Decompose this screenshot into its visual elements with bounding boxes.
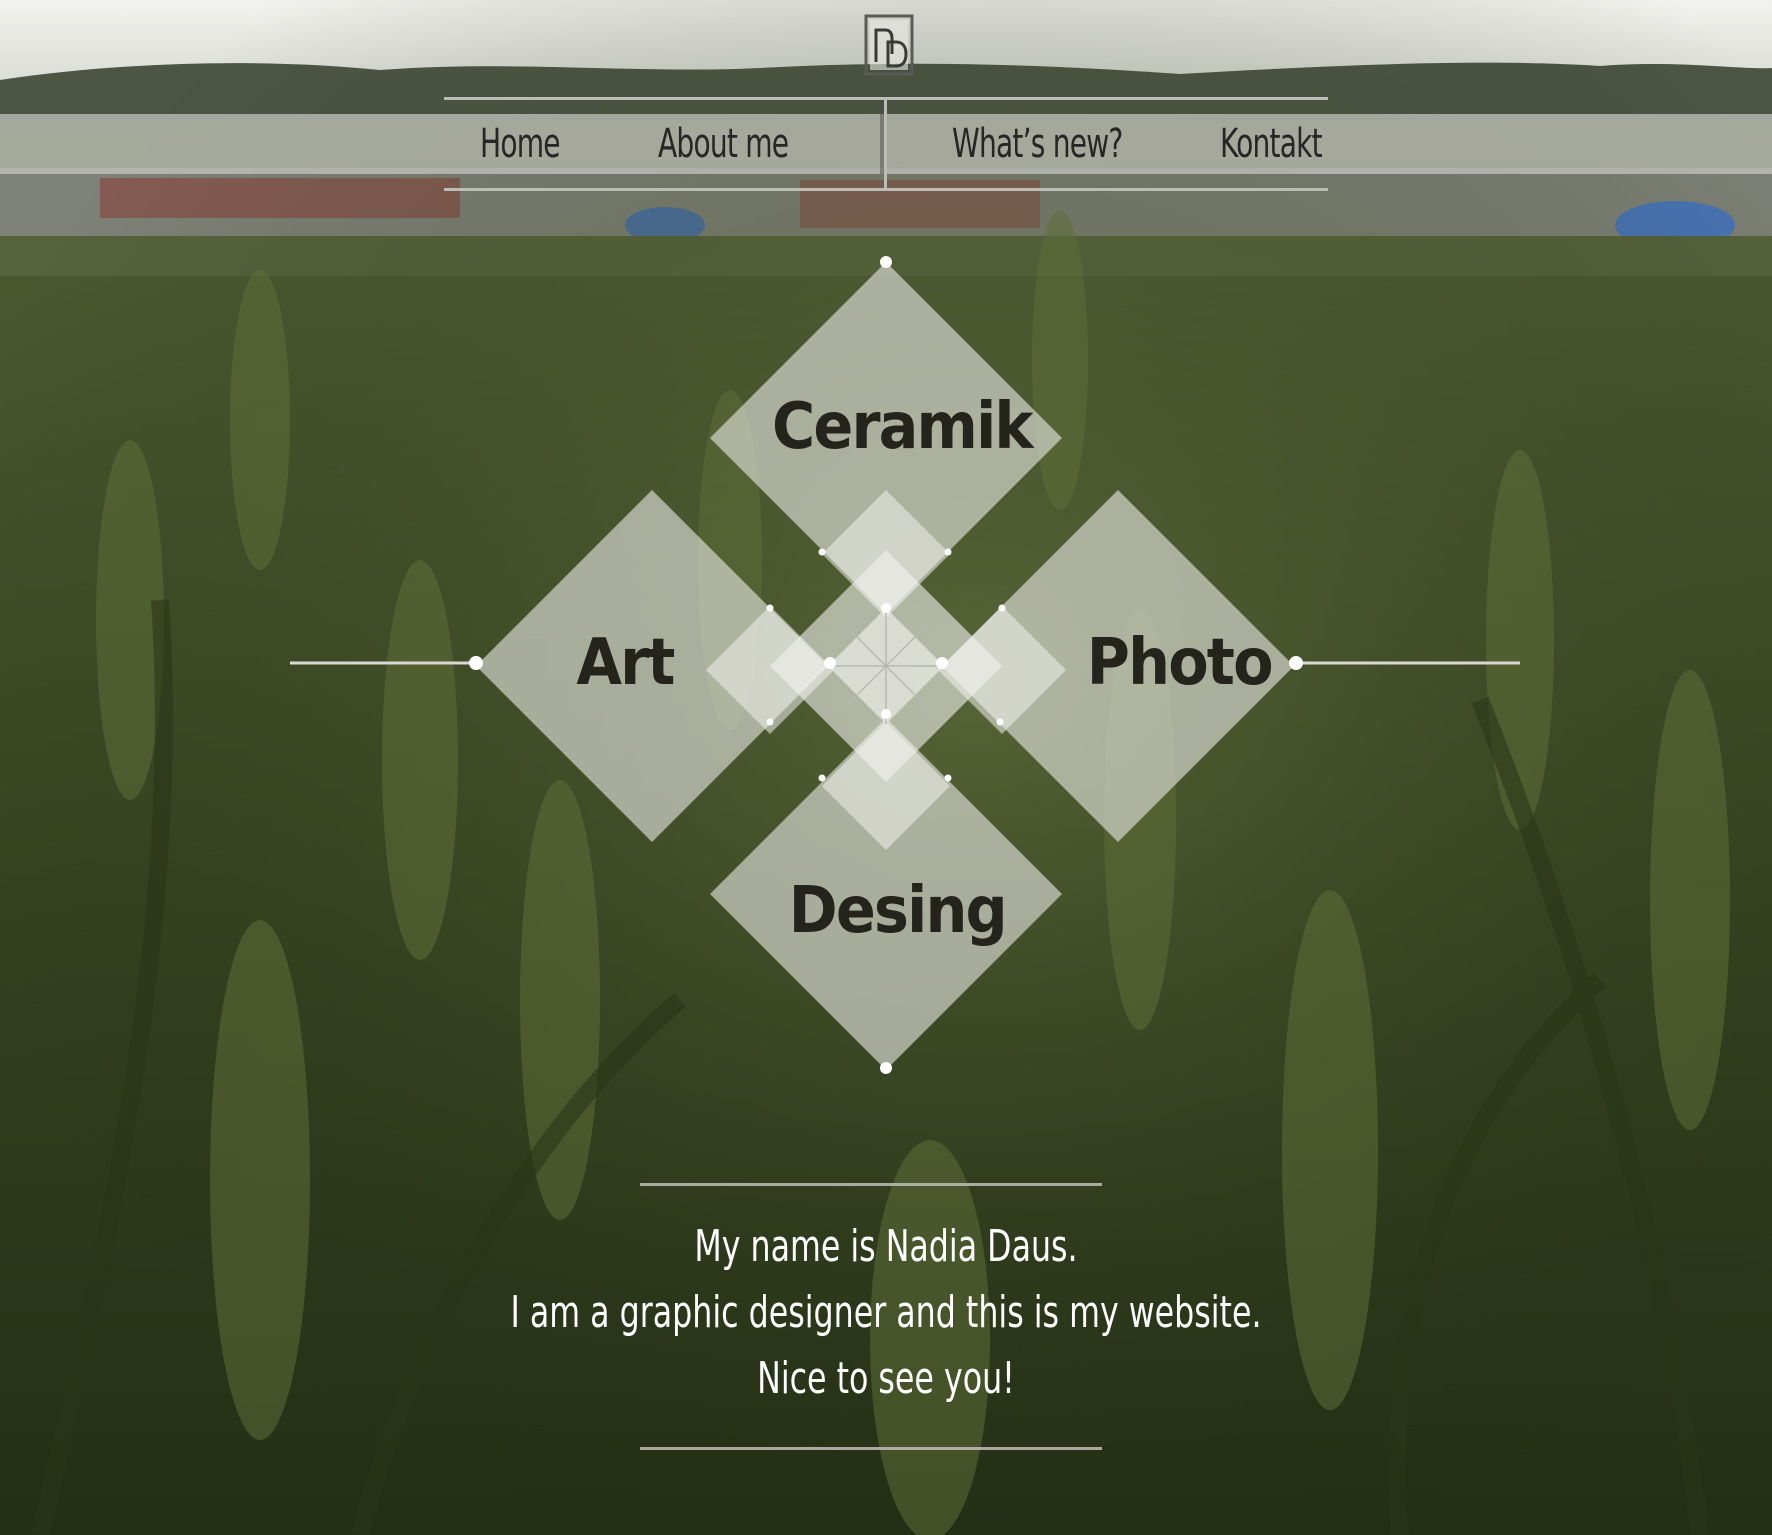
intro-line-role: I am a graphic designer and this is my w… — [510, 1287, 1262, 1338]
intro-top-rule — [640, 1183, 1102, 1186]
nav-link-about-me[interactable]: About me — [658, 118, 789, 170]
category-ceramik-link[interactable]: Ceramik — [772, 390, 1034, 464]
intro-text-block: My name is Nadia Daus. I am a graphic de… — [400, 1214, 1372, 1412]
node-dot-center-right — [936, 657, 948, 669]
nav-link-whats-new[interactable]: What’s new? — [952, 118, 1123, 170]
node-dot-center-bottom — [881, 709, 891, 719]
node-dot-ml — [766, 604, 774, 612]
node-dot-ll — [818, 774, 826, 782]
category-photo-link[interactable]: Photo — [1087, 626, 1274, 700]
node-dot-ul — [818, 548, 826, 556]
nav-bottom-rule — [444, 188, 1328, 191]
nav-link-kontakt[interactable]: Kontakt — [1220, 118, 1323, 170]
center-star-icon — [828, 608, 944, 724]
nav-link-home[interactable]: Home — [480, 118, 561, 170]
node-dot-right — [1289, 656, 1303, 670]
node-dot-bl — [766, 718, 774, 726]
node-dot-mr — [998, 604, 1006, 612]
intro-line-greeting: Nice to see you! — [757, 1353, 1015, 1404]
node-dot-bottom — [880, 1062, 892, 1074]
category-desing-link[interactable]: Desing — [789, 874, 1008, 948]
intro-line-name: My name is Nadia Daus. — [694, 1221, 1078, 1272]
nav-divider — [884, 100, 887, 188]
node-dot-top — [880, 256, 892, 268]
monogram-logo-icon[interactable] — [864, 14, 916, 80]
node-dot-br — [996, 718, 1004, 726]
node-dot-left — [469, 656, 483, 670]
node-dot-center-top — [881, 603, 891, 613]
category-art-link[interactable]: Art — [565, 626, 685, 700]
node-dot-center-left — [824, 657, 836, 669]
intro-bottom-rule — [640, 1447, 1102, 1450]
node-dot-ur — [944, 548, 952, 556]
node-dot-lr — [944, 774, 952, 782]
